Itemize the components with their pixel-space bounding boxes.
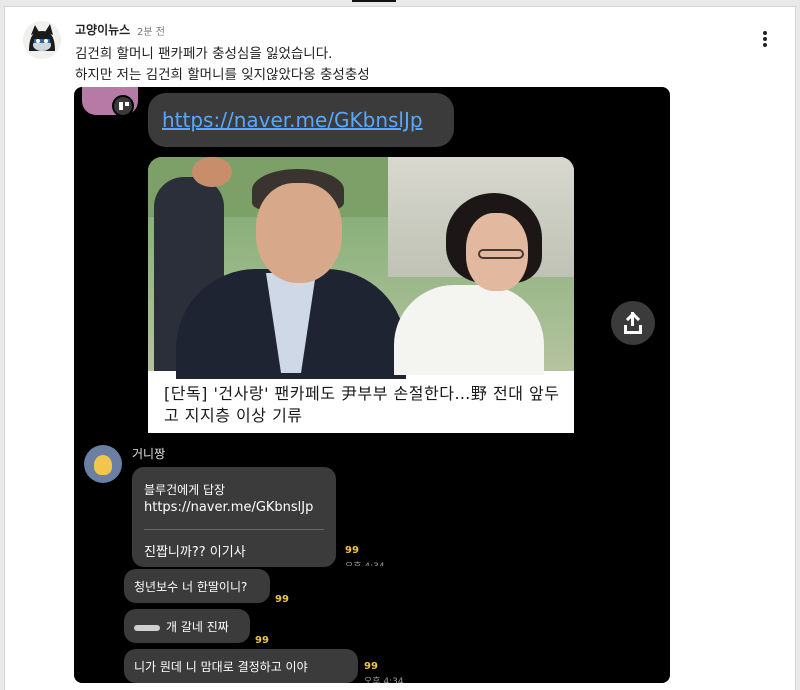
post-time: 2분 전 <box>137 27 165 38</box>
article-headline: [단독] '건사랑' 팬카페도 尹부부 손절한다…野 전대 앞두고 지지층 이상… <box>164 384 560 425</box>
share-icon[interactable] <box>611 301 655 345</box>
comment-card: 고양이뉴스 2분 전 김건희 할머니 팬카페가 충성심을 잃었습니다. 하지만 … <box>4 6 796 690</box>
message-time: 오후 4:34 <box>364 677 404 683</box>
author-name[interactable]: 고양이뉴스 <box>75 21 130 38</box>
read-count: 99 <box>345 545 359 556</box>
chat-message-text: 청년보수 너 한딸이니? <box>134 580 248 594</box>
comment-text-line-1: 김건희 할머니 팬카페가 충성심을 잃었습니다. <box>75 46 333 62</box>
censor-scribble <box>134 624 160 631</box>
chat-message-text: 니가 뭔데 니 맘대로 결정하고 이야 <box>134 660 308 674</box>
message-time: 오후 4:34 <box>345 559 385 566</box>
reply-message-bubble: 블루건에게 답장 https://naver.me/GKbnslJp 진짭니까?… <box>132 467 336 567</box>
chat-screenshot-image: https://naver.me/GKbnslJp [단독] '건사랑' 팬카페… <box>74 87 670 683</box>
link-message-bubble: https://naver.me/GKbnslJp <box>148 93 454 147</box>
article-preview-card[interactable]: [단독] '건사랑' 팬카페도 尹부부 손절한다…野 전대 앞두고 지지층 이상… <box>148 157 574 433</box>
avatar[interactable] <box>23 21 61 59</box>
chat-message: 청년보수 너 한딸이니? <box>124 569 270 603</box>
app-badge-icon <box>112 95 134 117</box>
read-count: 99 <box>364 661 378 672</box>
read-count: 99 <box>255 635 269 646</box>
comment-text-line-2: 하지만 저는 김건희 할머니를 잊지않았다옹 충성충성 <box>75 67 370 83</box>
top-indicator <box>352 0 396 2</box>
reply-quoted-link: https://naver.me/GKbnslJp <box>144 500 314 515</box>
chat-message-text: 개 갈네 진짜 <box>166 620 229 634</box>
chat-message: 니가 뭔데 니 맘대로 결정하고 이야 <box>124 649 358 683</box>
chat-message: 개 갈네 진짜 <box>124 609 250 643</box>
cat-avatar-icon <box>23 21 61 59</box>
reply-text: 진짭니까?? 이기사 <box>144 545 246 560</box>
sender2-name: 거니짱 <box>132 447 166 461</box>
divider <box>144 529 324 530</box>
sender2-avatar <box>84 445 122 483</box>
shared-link[interactable]: https://naver.me/GKbnslJp <box>162 108 423 132</box>
read-count: 99 <box>275 594 289 605</box>
article-photo <box>148 157 574 379</box>
reply-title: 블루건에게 답장 <box>144 483 226 497</box>
vertical-ellipsis-icon[interactable] <box>757 29 773 49</box>
